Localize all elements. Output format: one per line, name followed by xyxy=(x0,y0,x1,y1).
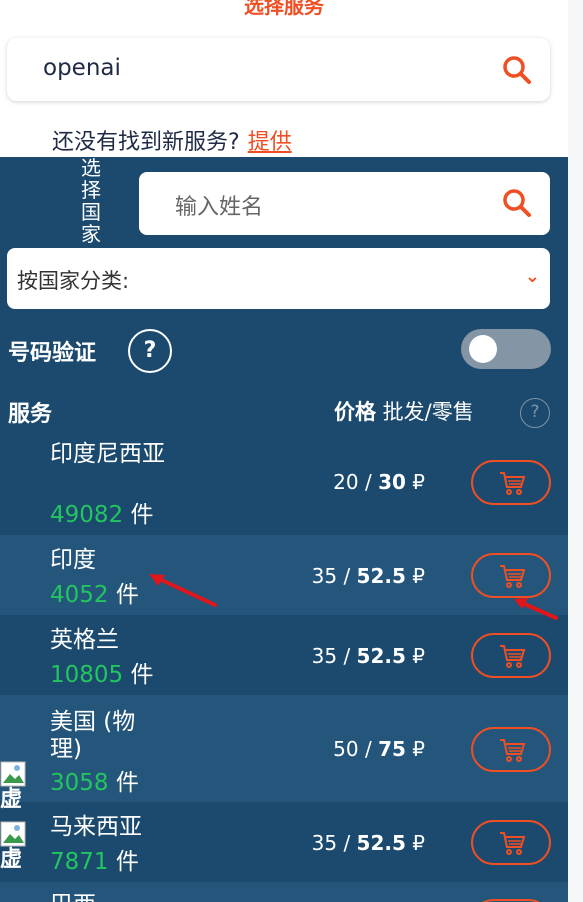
buy-button[interactable] xyxy=(471,460,551,505)
count: 4052 件 xyxy=(50,575,139,609)
suggest-service-line: 还没有找到新服务? 提供 xyxy=(52,124,292,156)
service-column-header: 服务 xyxy=(8,402,53,427)
price-retail: 75 xyxy=(378,737,406,761)
page-title: 选择服务 xyxy=(244,0,324,18)
count-unit: 件 xyxy=(108,582,139,608)
price: 20 / 30 ₽ xyxy=(333,470,425,494)
broken-image-icon xyxy=(0,821,26,847)
price-column-header: 价格 批发/零售 xyxy=(334,396,474,426)
sort-by-country-select[interactable]: 按国家分类: ⌄ xyxy=(7,248,550,309)
count-number: 49082 xyxy=(50,502,124,528)
country-name: 印度尼西亚 xyxy=(50,441,165,467)
table-row: 巴西 xyxy=(0,882,568,902)
number-verify-row: 号码验证 ? xyxy=(8,329,553,373)
count-number: 3058 xyxy=(50,770,109,796)
country-vertical-label: 选 择 国 家 xyxy=(77,157,105,245)
country-label-char: 家 xyxy=(81,222,101,246)
table-row: 美国 (物理) 3058 件 50 / 75 ₽ xyxy=(0,695,568,802)
country-label-char: 择 xyxy=(81,178,101,202)
currency: ₽ xyxy=(412,831,425,855)
table-row: 印度尼西亚 49082 件 20 / 30 ₽ xyxy=(0,435,568,535)
country-label-char: 选 xyxy=(81,157,101,180)
count-number: 7871 xyxy=(50,849,109,875)
table-row: 英格兰 10805 件 35 / 52.5 ₽ xyxy=(0,615,568,695)
price-retail: 30 xyxy=(378,470,406,494)
toggle-knob[interactable] xyxy=(469,335,497,363)
currency: ₽ xyxy=(412,644,425,668)
country-name: 马来西亚 xyxy=(50,814,142,840)
chevron-down-icon[interactable]: ⌄ xyxy=(525,266,540,287)
table-row: 印度 4052 件 35 / 52.5 ₽ xyxy=(0,535,568,615)
price-wholesale: 20 xyxy=(333,470,359,494)
country-label-char: 国 xyxy=(81,200,101,224)
count-number: 10805 xyxy=(50,662,124,688)
verify-label: 号码验证 xyxy=(8,341,97,366)
stray-text: 虚 xyxy=(0,847,23,872)
cart-icon xyxy=(500,472,526,495)
count-number: 4052 xyxy=(50,582,109,608)
page-edge xyxy=(568,0,583,902)
table-header: 服务 价格 批发/零售 ? xyxy=(8,394,553,428)
sort-label: 按国家分类: xyxy=(17,269,130,293)
suggest-link[interactable]: 提供 xyxy=(248,130,292,155)
country-name: 美国 (物理) xyxy=(50,709,136,762)
table-row: 马来西亚 7871 件 35 / 52.5 ₽ xyxy=(0,802,568,882)
price: 35 / 52.5 ₽ xyxy=(311,644,425,668)
price: 35 / 52.5 ₽ xyxy=(311,831,425,855)
country-search-box[interactable]: 输入姓名 xyxy=(139,172,550,235)
price-retail: 52.5 xyxy=(356,644,406,668)
price-wholesale: 35 xyxy=(311,831,338,855)
count: 3058 件 xyxy=(50,763,139,797)
arrow-annotation xyxy=(149,574,217,607)
suggest-text: 还没有找到新服务? xyxy=(52,130,240,155)
price-retail: 52.5 xyxy=(356,564,406,588)
country-name: 英格兰 xyxy=(50,627,119,653)
country-search-placeholder[interactable]: 输入姓名 xyxy=(175,189,263,221)
cart-icon xyxy=(500,565,526,588)
help-icon[interactable]: ? xyxy=(128,329,172,373)
count: 7871 件 xyxy=(50,842,139,876)
currency: ₽ xyxy=(412,564,425,588)
verify-toggle[interactable] xyxy=(461,329,551,369)
search-icon[interactable] xyxy=(502,188,532,218)
service-search-box[interactable]: openai xyxy=(7,38,550,101)
price-header-bold: 价格 xyxy=(334,400,376,424)
service-search-input[interactable]: openai xyxy=(43,55,121,81)
price-wholesale: 50 xyxy=(333,737,359,761)
cart-icon xyxy=(500,739,526,762)
help-icon[interactable]: ? xyxy=(520,398,550,428)
count-unit: 件 xyxy=(123,502,154,528)
broken-image-icon xyxy=(0,761,26,787)
currency: ₽ xyxy=(412,470,425,494)
price: 50 / 75 ₽ xyxy=(333,737,425,761)
cart-icon xyxy=(500,645,526,668)
country-name: 巴西 xyxy=(50,892,165,902)
buy-button[interactable] xyxy=(471,820,551,865)
arrow-annotation xyxy=(514,598,558,620)
count: 10805 件 xyxy=(50,655,153,689)
country-panel: 选 择 国 家 输入姓名 按国家分类: ⌄ 号码验证 ? 服务 价格 批发/零售… xyxy=(0,157,568,902)
count: 49082 件 xyxy=(50,495,153,529)
search-icon[interactable] xyxy=(502,55,532,85)
buy-button[interactable] xyxy=(471,633,551,678)
price: 35 / 52.5 ₽ xyxy=(311,564,425,588)
count-unit: 件 xyxy=(123,662,154,688)
price-retail: 52.5 xyxy=(356,831,406,855)
price-header-rest: 批发/零售 xyxy=(376,400,474,424)
buy-button[interactable] xyxy=(471,727,551,772)
count-unit: 件 xyxy=(108,849,139,875)
stray-text: 虚 xyxy=(0,787,23,812)
price-wholesale: 35 xyxy=(311,644,338,668)
currency: ₽ xyxy=(412,737,425,761)
price-wholesale: 35 xyxy=(311,564,338,588)
count-unit: 件 xyxy=(108,770,139,796)
cart-icon xyxy=(500,832,526,855)
